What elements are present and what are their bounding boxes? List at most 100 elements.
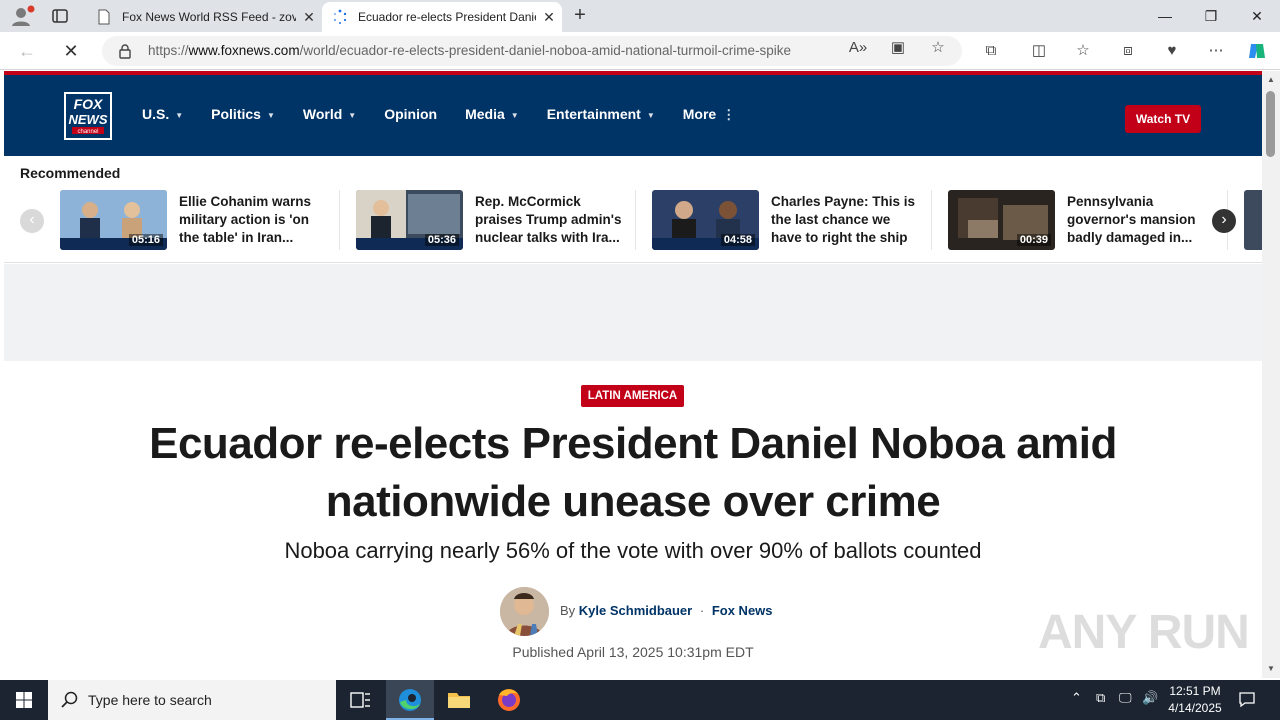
task-view-icon[interactable] <box>336 680 384 720</box>
recommended-item[interactable]: 05:16 Ellie Cohanim warns military actio… <box>60 190 340 252</box>
profile-icon[interactable] <box>8 4 36 28</box>
close-window-button[interactable]: ✕ <box>1234 0 1280 32</box>
video-duration: 05:16 <box>128 234 163 246</box>
video-duration: 00:39 <box>1016 234 1051 246</box>
article-headline: Ecuador re-elects President Daniel Noboa… <box>149 419 1117 526</box>
scrollbar-thumb[interactable] <box>1266 91 1275 157</box>
video-duration: 04:58 <box>720 234 755 246</box>
loading-icon <box>332 9 348 25</box>
network-icon[interactable]: 🖵 <box>1119 690 1132 706</box>
nav-world[interactable]: World ▼ <box>303 106 356 123</box>
video-thumbnail[interactable] <box>1244 190 1262 250</box>
scroll-up-icon[interactable]: ▲ <box>1262 73 1280 87</box>
file-explorer-icon[interactable] <box>435 680 483 720</box>
taskbar-clock[interactable]: 12:51 PM 4/14/2025 <box>1160 683 1230 717</box>
nav-entertainment[interactable]: Entertainment ▼ <box>547 106 655 123</box>
recommended-headline[interactable]: Rep. McCormick praises Trump admin's nuc… <box>475 193 625 247</box>
divider <box>635 190 636 250</box>
byline: By Kyle Schmidbauer · Fox News <box>500 587 800 637</box>
recommended-title: Recommended <box>20 165 121 181</box>
nav-more[interactable]: More ⋮ <box>683 106 735 123</box>
network-drive-icon[interactable]: ⧉ <box>1096 690 1105 706</box>
extensions-icon[interactable]: ⧉ <box>981 41 1001 61</box>
tab-actions-icon[interactable] <box>50 6 70 26</box>
nav-us[interactable]: U.S. ▼ <box>142 106 183 123</box>
scroll-down-icon[interactable]: ▼ <box>1262 662 1280 676</box>
byline-text: By Kyle Schmidbauer · Fox News <box>560 603 773 618</box>
tab-title: Ecuador re-elects President Danie <box>358 10 536 24</box>
video-duration: 05:36 <box>424 234 459 246</box>
read-aloud-icon[interactable]: A» <box>848 38 868 58</box>
minimize-button[interactable]: — <box>1142 0 1188 32</box>
recommended-headline[interactable]: Charles Payne: This is the last chance w… <box>771 193 921 247</box>
taskbar-search-placeholder[interactable]: Type here to search <box>88 692 212 708</box>
address-toolbar: ← ✕ https://www.foxnews.com/world/ecuado… <box>0 32 1280 70</box>
stop-loading-icon[interactable]: ✕ <box>60 40 82 62</box>
divider <box>931 190 932 250</box>
recommended-item[interactable]: 00:39 Pennsylvania governor's mansion ba… <box>948 190 1228 252</box>
author-avatar[interactable] <box>500 587 549 636</box>
page-viewport: FOX NEWS channel U.S. ▼ Politics ▼ World ▼ … <box>4 71 1262 678</box>
notifications-icon[interactable] <box>1238 690 1256 711</box>
video-thumbnail[interactable]: 04:58 <box>652 190 759 250</box>
browser-tab-bar: Fox News World RSS Feed - zovel ✕ Ecuado… <box>0 0 1280 32</box>
page-icon <box>96 9 112 25</box>
recommended-headline[interactable]: Pennsylvania governor's mansion badly da… <box>1067 193 1217 247</box>
url-text[interactable]: https://www.foxnews.com/world/ecuador-re… <box>148 43 791 58</box>
chevron-down-icon: ▼ <box>175 110 184 120</box>
collections-icon[interactable]: ⧈ <box>1118 41 1138 61</box>
watch-tv-button[interactable]: Watch TV <box>1125 105 1201 133</box>
ad-placeholder <box>4 264 1262 361</box>
chevron-down-icon: ▼ <box>646 110 655 120</box>
favorite-star-icon[interactable]: ☆ <box>928 38 948 58</box>
recommended-item[interactable]: 04:58 Charles Payne: This is the last ch… <box>652 190 932 252</box>
page-scrollbar[interactable]: ▲ ▼ <box>1262 71 1280 678</box>
immersive-reader-icon[interactable]: ▣ <box>888 38 908 58</box>
close-tab-icon[interactable]: ✕ <box>296 9 322 26</box>
author-link[interactable]: Kyle Schmidbauer <box>579 603 692 618</box>
article-subheadline: Noboa carrying nearly 56% of the vote wi… <box>284 538 982 563</box>
search-icon <box>60 690 80 710</box>
fox-news-logo[interactable]: FOX NEWS channel <box>64 92 112 140</box>
new-tab-button[interactable]: + <box>568 5 592 27</box>
lock-icon[interactable] <box>118 43 132 59</box>
taskbar-search[interactable]: Type here to search <box>48 680 336 720</box>
chevron-down-icon: ▼ <box>266 110 275 120</box>
divider <box>339 190 340 250</box>
edge-taskbar-icon[interactable] <box>386 680 434 720</box>
site-header: FOX NEWS channel U.S. ▼ Politics ▼ World ▼ … <box>4 71 1262 156</box>
chevron-down-icon: ▼ <box>510 110 519 120</box>
tab-fox-rss[interactable]: Fox News World RSS Feed - zovel ✕ <box>86 2 322 32</box>
svg-text:FOX: FOX <box>74 96 104 112</box>
copilot-icon[interactable] <box>1247 41 1267 61</box>
favorites-icon[interactable]: ☆ <box>1073 41 1093 61</box>
tab-ecuador-article[interactable]: Ecuador re-elects President Danie ✕ <box>322 2 562 32</box>
anyrun-watermark: ANY RUN <box>1038 606 1250 659</box>
svg-text:channel: channel <box>77 129 98 135</box>
more-options-icon[interactable]: ⋯ <box>1206 41 1226 61</box>
category-badge[interactable]: LATIN AMERICA <box>581 385 684 407</box>
address-field[interactable]: https://www.foxnews.com/world/ecuador-re… <box>102 36 962 66</box>
recommended-headline[interactable]: Ellie Cohanim warns military action is '… <box>179 193 329 247</box>
start-button[interactable] <box>0 680 48 720</box>
volume-icon[interactable]: 🔊 <box>1142 690 1158 706</box>
maximize-button[interactable]: ❐ <box>1188 0 1234 32</box>
recommended-carousel: Recommended ‹ 05:16 Ellie Cohanim warns … <box>4 156 1262 263</box>
performance-icon[interactable]: ♥ <box>1162 41 1182 61</box>
video-thumbnail[interactable]: 05:36 <box>356 190 463 250</box>
nav-politics[interactable]: Politics ▼ <box>211 106 275 123</box>
video-thumbnail[interactable]: 00:39 <box>948 190 1055 250</box>
close-tab-icon[interactable]: ✕ <box>536 9 562 26</box>
split-screen-icon[interactable]: ◫ <box>1029 41 1049 61</box>
outlet-link[interactable]: Fox News <box>712 603 773 618</box>
firefox-icon[interactable] <box>485 680 533 720</box>
carousel-next-icon[interactable]: › <box>1212 209 1236 233</box>
tab-title: Fox News World RSS Feed - zovel <box>122 10 296 24</box>
carousel-prev-icon[interactable]: ‹ <box>20 209 44 233</box>
chevron-up-icon[interactable]: ⌃ <box>1071 690 1082 706</box>
video-thumbnail[interactable]: 05:16 <box>60 190 167 250</box>
back-icon[interactable]: ← <box>16 40 38 62</box>
nav-media[interactable]: Media ▼ <box>465 106 519 123</box>
recommended-item[interactable]: 05:36 Rep. McCormick praises Trump admin… <box>356 190 636 252</box>
nav-opinion[interactable]: Opinion <box>384 106 437 123</box>
